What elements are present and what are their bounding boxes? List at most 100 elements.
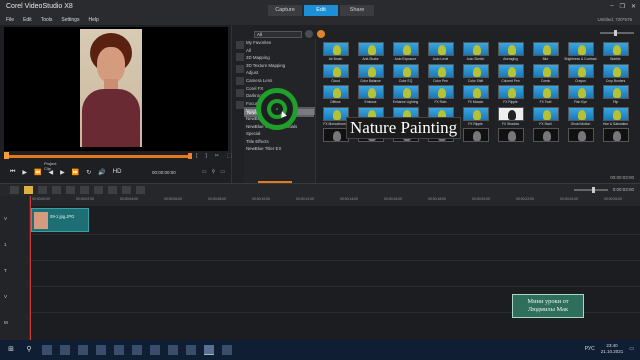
filter-thumbnail[interactable]: Color Shift	[458, 63, 493, 85]
split-icon[interactable]: ✂	[215, 153, 219, 159]
graphic-icon[interactable]	[236, 89, 244, 97]
category-item[interactable]: 3D Texture Mapping	[244, 62, 315, 70]
screen-icon[interactable]: ▭	[220, 169, 225, 175]
filter-thumbnail[interactable]	[528, 127, 563, 149]
volume-icon[interactable]: 🔊	[98, 169, 105, 176]
timeline-clip[interactable]: 09-1 jpg.JPG	[31, 208, 89, 232]
aspect-icon[interactable]: ▭	[202, 169, 207, 175]
close-icon[interactable]: ✕	[631, 3, 636, 10]
edge-icon[interactable]	[60, 345, 70, 355]
filter-thumbnail[interactable]: Color Balance	[353, 63, 388, 85]
app-icon[interactable]	[186, 345, 196, 355]
filter-thumbnail[interactable]	[493, 127, 528, 149]
app-icon[interactable]	[222, 345, 232, 355]
filter-thumbnail[interactable]: FX Ripple	[493, 84, 528, 106]
zoom-icon[interactable]: ⚲	[212, 169, 216, 175]
filter-thumbnail[interactable]: Averaging	[493, 41, 528, 63]
storyboard-view-icon[interactable]	[10, 186, 19, 194]
transition-icon[interactable]	[236, 65, 244, 73]
multi-camera-icon[interactable]	[136, 186, 145, 194]
clock[interactable]: 23:40 21.10.2021	[601, 343, 624, 355]
scrubber-bar[interactable]	[4, 152, 192, 159]
maximize-icon[interactable]: ❐	[620, 3, 625, 10]
tab-edit[interactable]: Edit	[304, 5, 338, 16]
category-item[interactable]: NewBlue Titler EX	[244, 145, 315, 153]
videostudio-icon[interactable]	[204, 345, 214, 355]
filter-thumbnail[interactable]: Crayon	[563, 63, 598, 85]
settings-icon[interactable]	[132, 345, 142, 355]
notification-icon[interactable]: ▭	[629, 346, 634, 352]
filter-thumbnail[interactable]: Color Pen	[423, 63, 458, 85]
filter-thumbnail[interactable]: Fish Eye	[563, 84, 598, 106]
play-icon[interactable]: ▶	[22, 169, 27, 176]
timeline-zoom-slider[interactable]	[573, 186, 608, 193]
menu-tools[interactable]: Tools	[41, 16, 53, 25]
undo-icon[interactable]	[38, 186, 47, 194]
sound-mixer-icon[interactable]	[80, 186, 89, 194]
filter-thumbnail[interactable]: Cloud	[318, 63, 353, 85]
filter-thumbnail[interactable]: FX Twirl	[528, 84, 563, 106]
category-item[interactable]: 2D Mapping	[244, 54, 315, 62]
filter-thumbnail[interactable]: Colored Pen	[493, 63, 528, 85]
filter-thumbnail[interactable]: Auto Sketch	[458, 41, 493, 63]
preview-window[interactable]	[4, 27, 228, 151]
title-icon[interactable]	[236, 77, 244, 85]
filter-thumbnail[interactable]: FX Shadow	[493, 106, 528, 128]
playhead[interactable]	[30, 196, 31, 340]
motion-tracking-icon[interactable]	[108, 186, 117, 194]
filter-thumbnail[interactable]: Color EQ	[388, 63, 423, 85]
mark-out-icon[interactable]: ]	[205, 153, 206, 159]
filter-thumbnail[interactable]: FX Ripple	[458, 106, 493, 128]
redo-icon[interactable]	[52, 186, 61, 194]
track-label[interactable]: V	[4, 294, 7, 299]
filter-thumbnail[interactable]: Air Brush	[318, 41, 353, 63]
track-label[interactable]: V	[4, 216, 7, 221]
category-item[interactable]: Camera Lens	[244, 77, 315, 85]
fast-forward-icon[interactable]: ⏩	[72, 169, 79, 176]
filter-thumbnail[interactable]: FX Swirl	[528, 106, 563, 128]
filter-thumbnail[interactable]	[563, 127, 598, 149]
app-icon[interactable]	[168, 345, 178, 355]
player-timecode[interactable]: 00:00:00:00	[152, 170, 176, 175]
auto-music-icon[interactable]	[94, 186, 103, 194]
category-item[interactable]: Title Effects	[244, 138, 315, 146]
minimize-icon[interactable]: –	[610, 3, 613, 10]
filter-thumbnail[interactable]: Anti-Shake	[353, 41, 388, 63]
subtitle-editor-icon[interactable]	[122, 186, 131, 194]
filter-thumbnail[interactable]: Auto Exposure	[388, 41, 423, 63]
filter-thumbnail[interactable]: Ghost Motion	[563, 106, 598, 128]
add-icon[interactable]	[305, 30, 313, 38]
filter-thumbnail[interactable]: Emboss	[353, 84, 388, 106]
filter-thumbnail[interactable]: Hue & Saturation	[598, 106, 633, 128]
next-frame-icon[interactable]: ▶	[60, 169, 65, 176]
filter-icon[interactable]	[236, 101, 244, 109]
filter-thumbnail[interactable]: Enhance Lighting	[388, 84, 423, 106]
timeline-area[interactable]: V 1 T V M 00:00:00:00 00:00:02:00 00:00:04…	[0, 196, 640, 340]
favorite-icon[interactable]	[317, 30, 325, 38]
track-label[interactable]: M	[4, 320, 8, 325]
menu-file[interactable]: File	[6, 16, 14, 25]
timeline-ruler[interactable]: 00:00:00:00 00:00:02:00 00:00:04:00 00:00:0…	[30, 196, 640, 206]
filter-thumbnail[interactable]: FX Mosaic	[458, 84, 493, 106]
rewind-icon[interactable]: ⏪	[34, 169, 41, 176]
mark-in-icon[interactable]: [	[196, 153, 197, 159]
filter-thumbnail[interactable]: Comic	[528, 63, 563, 85]
store-icon[interactable]	[96, 345, 106, 355]
menu-settings[interactable]: Settings	[61, 16, 79, 25]
category-item[interactable]: Special	[244, 130, 315, 138]
category-item[interactable]: Adjust	[244, 69, 315, 77]
mail-icon[interactable]	[114, 345, 124, 355]
enlarge-icon[interactable]: ⬚	[227, 153, 232, 159]
menu-edit[interactable]: Edit	[23, 16, 32, 25]
record-icon[interactable]	[66, 186, 75, 194]
menu-help[interactable]: Help	[88, 16, 98, 25]
previous-frame-icon[interactable]: ◀	[49, 169, 54, 176]
filter-thumbnail[interactable]: Bubble	[598, 41, 633, 63]
scrubber-end-marker[interactable]	[188, 153, 192, 159]
scrubber-knob[interactable]	[4, 152, 9, 159]
start-icon[interactable]: ⊞	[6, 345, 16, 355]
filter-thumbnail[interactable]: Blur	[528, 41, 563, 63]
filter-thumbnail[interactable]: Flip	[598, 84, 633, 106]
explorer-icon[interactable]	[78, 345, 88, 355]
search-icon[interactable]: ⚲	[24, 345, 34, 355]
